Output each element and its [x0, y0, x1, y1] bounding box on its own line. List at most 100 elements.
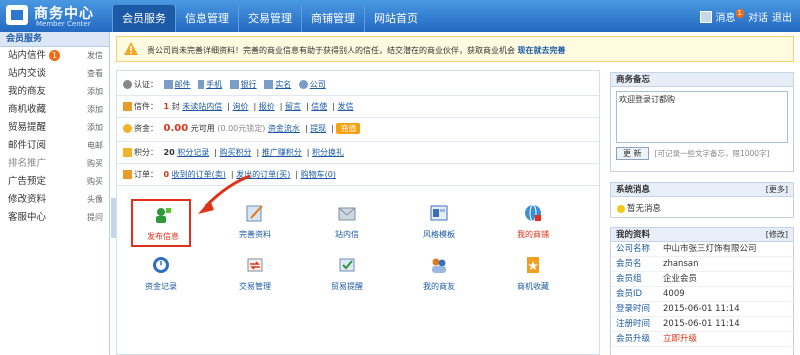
memo-title: 商务备忘 — [611, 73, 793, 87]
quick-template[interactable]: 风格模板 — [409, 199, 469, 247]
divider — [117, 117, 599, 118]
courier-link[interactable]: 信使 — [311, 102, 327, 111]
bank-icon — [229, 80, 239, 89]
sidebar-action[interactable]: 添加 — [87, 101, 103, 119]
upgrade-link[interactable]: 立即升级 — [657, 332, 697, 346]
nav-member-service[interactable]: 会员服务 — [112, 5, 175, 32]
sidebar-action[interactable]: 购买 — [87, 173, 103, 191]
auth-icon — [123, 80, 132, 89]
envelope-icon — [123, 102, 132, 111]
top-bar: 商务中心 Member Center 会员服务 信息管理 交易管理 商铺管理 网… — [0, 0, 800, 32]
quick-favorites[interactable]: 商机收藏 — [503, 251, 563, 299]
email-icon — [163, 80, 173, 89]
auth-bank-link[interactable]: 银行 — [241, 80, 257, 89]
info-row-company: 公司名称 中山市张三灯饰有限公司 — [611, 242, 793, 257]
inquiry-link[interactable]: 询价 — [232, 102, 248, 111]
main-nav: 会员服务 信息管理 交易管理 商铺管理 网站首页 — [112, 5, 427, 32]
nav-info-management[interactable]: 信息管理 — [175, 5, 238, 32]
logo-icon — [6, 5, 28, 25]
bulb-icon — [617, 204, 625, 213]
sidebar-item-inbox[interactable]: 站内信件 1 发信 — [0, 47, 109, 65]
sidebar-item-mail-subscribe[interactable]: 邮件订阅 电邮 — [0, 137, 109, 155]
sidebar-item-favorites[interactable]: 商机收藏 添加 — [0, 101, 109, 119]
warning-icon — [124, 42, 138, 55]
quick-money-record[interactable]: 资金记录 — [131, 251, 191, 299]
avatar[interactable] — [699, 10, 712, 23]
coin-icon — [123, 124, 132, 133]
redeem-points-link[interactable]: 积分换礼 — [312, 148, 344, 157]
sidebar-title: 会员服务 — [0, 32, 109, 47]
notice-text: 贵公司尚未完善详细资料！完善的商业信息有助于获得别人的信任，结交潜在的商业伙伴，… — [147, 46, 515, 55]
sidebar-action[interactable]: 添加 — [87, 119, 103, 137]
memo-update-button[interactable]: 更 新 — [616, 147, 649, 160]
memo-hint: [可记录一些文字备忘，限1000字] — [654, 149, 770, 158]
sidebar-item-support[interactable]: 客服中心 提问 — [0, 209, 109, 227]
sysmsg-text: 暂无消息 — [627, 204, 662, 214]
points-row: 积分： 20 积分记录 | 购买积分 | 推广赚积分 | 积分换礼 — [123, 147, 349, 158]
unread-mail-link[interactable]: 未读站内信 — [182, 102, 222, 111]
money-flow-link[interactable]: 资金流水 — [268, 124, 300, 133]
divider — [117, 95, 599, 96]
info-row-group: 会员组 企业会员 — [611, 272, 793, 287]
highlight-arrow — [198, 174, 251, 214]
sidebar-action[interactable]: 查看 — [87, 65, 103, 83]
mail-row: 信件： 1 封 未读站内信 | 询价 | 报价 | 留言 | 信使 | 发信 — [123, 101, 358, 112]
message-link[interactable]: 留言 — [285, 102, 301, 111]
quick-publish[interactable]: 发布信息 — [131, 199, 191, 247]
nav-shop-management[interactable]: 商铺管理 — [301, 5, 364, 32]
sidebar-item-ads[interactable]: 广告预定 购买 — [0, 173, 109, 191]
messages-link[interactable]: 消息 1 — [716, 9, 744, 24]
sidebar-action[interactable]: 电邮 — [87, 137, 103, 155]
sidebar: 会员服务 站内信件 1 发信 站内交谈 查看 我的商友 添加 商机收藏 添加 贸易提醒 添加… — [0, 32, 110, 355]
nav-site-home[interactable]: 网站首页 — [364, 5, 427, 32]
sidebar-action[interactable]: 购买 — [87, 155, 103, 173]
sidebar-action[interactable]: 提问 — [87, 209, 103, 227]
sidebar-action[interactable]: 发信 — [87, 47, 103, 65]
quick-reminder[interactable]: 贸易提醒 — [317, 251, 377, 299]
money-locked: (0.00元锁定) — [217, 124, 266, 133]
shopping-cart-link[interactable]: 购物车(0) — [301, 170, 336, 179]
auth-email-link[interactable]: 邮件 — [175, 80, 191, 89]
sidebar-action[interactable]: 添加 — [87, 83, 103, 101]
logo[interactable]: 商务中心 Member Center — [6, 4, 110, 30]
complete-profile-link[interactable]: 现在就去完善 — [518, 46, 566, 55]
chat-link[interactable]: 对话 — [748, 9, 768, 24]
quick-trade[interactable]: 交易管理 — [225, 251, 285, 299]
points-record-link[interactable]: 积分记录 — [177, 148, 209, 157]
sysmsg-more-link[interactable]: [更多] — [766, 183, 788, 197]
send-mail-link[interactable]: 发信 — [337, 102, 353, 111]
recharge-button[interactable]: 充值 — [336, 123, 361, 134]
sidebar-item-friends[interactable]: 我的商友 添加 — [0, 83, 109, 101]
sidebar-item-reminder[interactable]: 贸易提醒 添加 — [0, 119, 109, 137]
nav-trade-management[interactable]: 交易管理 — [238, 5, 301, 32]
sysmsg-title: 系统消息 — [616, 185, 651, 195]
withdraw-link[interactable]: 提现 — [310, 124, 326, 133]
divider — [117, 163, 599, 164]
divider — [117, 141, 599, 142]
auth-company-link[interactable]: 公司 — [310, 80, 326, 89]
sidebar-item-ranking[interactable]: 排名推广 购买 — [0, 155, 109, 173]
auth-realname-link[interactable]: 实名 — [275, 80, 291, 89]
myinfo-title: 我的资料 — [616, 230, 651, 240]
quick-mail[interactable]: 站内信 — [317, 199, 377, 247]
auth-phone-link[interactable]: 手机 — [206, 80, 222, 89]
quick-shop[interactable]: 我的商铺 — [503, 199, 563, 247]
quick-friends[interactable]: 我的商友 — [409, 251, 469, 299]
sidebar-action[interactable]: 头像 — [87, 191, 103, 209]
quote-link[interactable]: 报价 — [259, 102, 275, 111]
earn-points-link[interactable]: 推广赚积分 — [262, 148, 302, 157]
favorites-icon — [527, 257, 539, 273]
shop-icon — [525, 204, 541, 222]
memo-panel: 商务备忘 欢迎登录订都购 更 新 [可记录一些文字备忘，限1000字] — [610, 72, 794, 172]
info-row-id: 会员ID 4009 — [611, 287, 793, 302]
sidebar-item-chat[interactable]: 站内交谈 查看 — [0, 65, 109, 83]
memo-textarea[interactable]: 欢迎登录订都购 — [616, 91, 788, 143]
order-count: 0 — [163, 170, 170, 179]
buy-points-link[interactable]: 购买积分 — [219, 148, 251, 157]
points-value: 20 — [163, 148, 175, 157]
myinfo-edit-link[interactable]: [修改] — [766, 228, 788, 242]
sidebar-item-edit-profile[interactable]: 修改资料 头像 — [0, 191, 109, 209]
friends-icon — [432, 258, 446, 273]
template-icon — [430, 205, 448, 221]
logout-link[interactable]: 退出 — [772, 9, 792, 24]
